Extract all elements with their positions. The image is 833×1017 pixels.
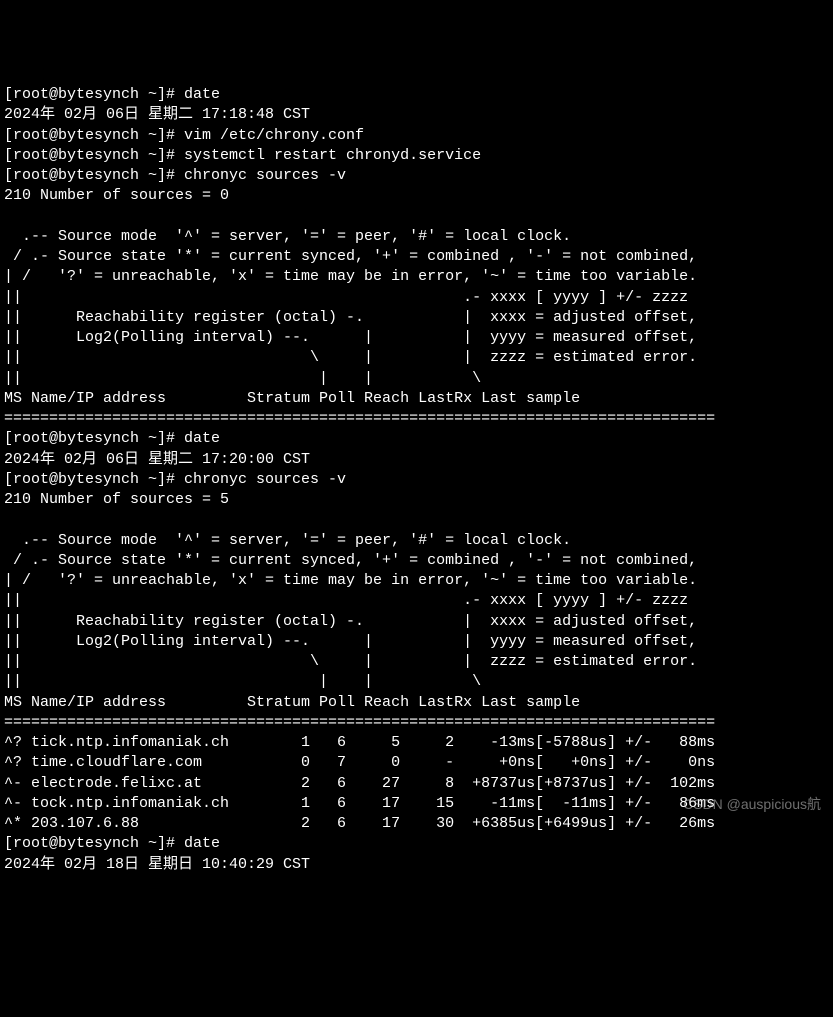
legend-line: || | | \ <box>4 370 481 387</box>
shell-prompt[interactable]: [root@bytesynch ~]# <box>4 471 184 488</box>
prompt-line: [root@bytesynch ~]# vim /etc/chrony.conf <box>4 127 364 144</box>
legend-line: .-- Source mode '^' = server, '=' = peer… <box>4 228 571 245</box>
terminal-output: [root@bytesynch ~]# date 2024年 02月 06日 星… <box>4 85 829 875</box>
shell-prompt[interactable]: [root@bytesynch ~]# <box>4 835 184 852</box>
legend-line: / .- Source state '*' = current synced, … <box>4 552 697 569</box>
date-output: 2024年 02月 18日 星期日 10:40:29 CST <box>4 856 310 873</box>
shell-prompt[interactable]: [root@bytesynch ~]# <box>4 127 184 144</box>
shell-prompt[interactable]: [root@bytesynch ~]# <box>4 167 184 184</box>
separator-line: ========================================… <box>4 714 715 731</box>
legend-line: .-- Source mode '^' = server, '=' = peer… <box>4 532 571 549</box>
command-date: date <box>184 835 220 852</box>
legend-line: || .- xxxx [ yyyy ] +/- zzzz <box>4 592 688 609</box>
legend-line: || Log2(Polling interval) --. | | yyyy =… <box>4 329 697 346</box>
shell-prompt[interactable]: [root@bytesynch ~]# <box>4 86 184 103</box>
command-vim: vim /etc/chrony.conf <box>184 127 364 144</box>
date-output: 2024年 02月 06日 星期二 17:18:48 CST <box>4 106 310 123</box>
sources-count: 210 Number of sources = 5 <box>4 491 229 508</box>
legend-line: || Reachability register (octal) -. | xx… <box>4 309 697 326</box>
prompt-line: [root@bytesynch ~]# systemctl restart ch… <box>4 147 481 164</box>
table-row: ^- electrode.felixc.at 2 6 27 8 +8737us[… <box>4 775 715 792</box>
date-output: 2024年 02月 06日 星期二 17:20:00 CST <box>4 451 310 468</box>
prompt-line: [root@bytesynch ~]# date <box>4 430 220 447</box>
command-date: date <box>184 86 220 103</box>
prompt-line: [root@bytesynch ~]# chronyc sources -v <box>4 167 346 184</box>
separator-line: ========================================… <box>4 410 715 427</box>
legend-line: | / '?' = unreachable, 'x' = time may be… <box>4 572 697 589</box>
shell-prompt[interactable]: [root@bytesynch ~]# <box>4 430 184 447</box>
prompt-line: [root@bytesynch ~]# date <box>4 86 220 103</box>
watermark: CSDN @auspicious航 <box>683 795 821 814</box>
legend-line: || Log2(Polling interval) --. | | yyyy =… <box>4 633 697 650</box>
shell-prompt[interactable]: [root@bytesynch ~]# <box>4 147 184 164</box>
prompt-line: [root@bytesynch ~]# chronyc sources -v <box>4 471 346 488</box>
legend-line: || \ | | zzzz = estimated error. <box>4 653 697 670</box>
table-header: MS Name/IP address Stratum Poll Reach La… <box>4 390 580 407</box>
command-chronyc: chronyc sources -v <box>184 167 346 184</box>
table-row: ^* 203.107.6.88 2 6 17 30 +6385us[+6499u… <box>4 815 715 832</box>
legend-line: | / '?' = unreachable, 'x' = time may be… <box>4 268 697 285</box>
legend-line: || \ | | zzzz = estimated error. <box>4 349 697 366</box>
table-header: MS Name/IP address Stratum Poll Reach La… <box>4 694 580 711</box>
command-systemctl: systemctl restart chronyd.service <box>184 147 481 164</box>
legend-line: / .- Source state '*' = current synced, … <box>4 248 697 265</box>
legend-line: || | | \ <box>4 673 481 690</box>
table-row: ^? time.cloudflare.com 0 7 0 - +0ns[ +0n… <box>4 754 715 771</box>
table-row: ^- tock.ntp.infomaniak.ch 1 6 17 15 -11m… <box>4 795 715 812</box>
prompt-line: [root@bytesynch ~]# date <box>4 835 220 852</box>
table-row: ^? tick.ntp.infomaniak.ch 1 6 5 2 -13ms[… <box>4 734 715 751</box>
sources-count: 210 Number of sources = 0 <box>4 187 229 204</box>
legend-line: || .- xxxx [ yyyy ] +/- zzzz <box>4 289 688 306</box>
command-chronyc: chronyc sources -v <box>184 471 346 488</box>
legend-line: || Reachability register (octal) -. | xx… <box>4 613 697 630</box>
command-date: date <box>184 430 220 447</box>
